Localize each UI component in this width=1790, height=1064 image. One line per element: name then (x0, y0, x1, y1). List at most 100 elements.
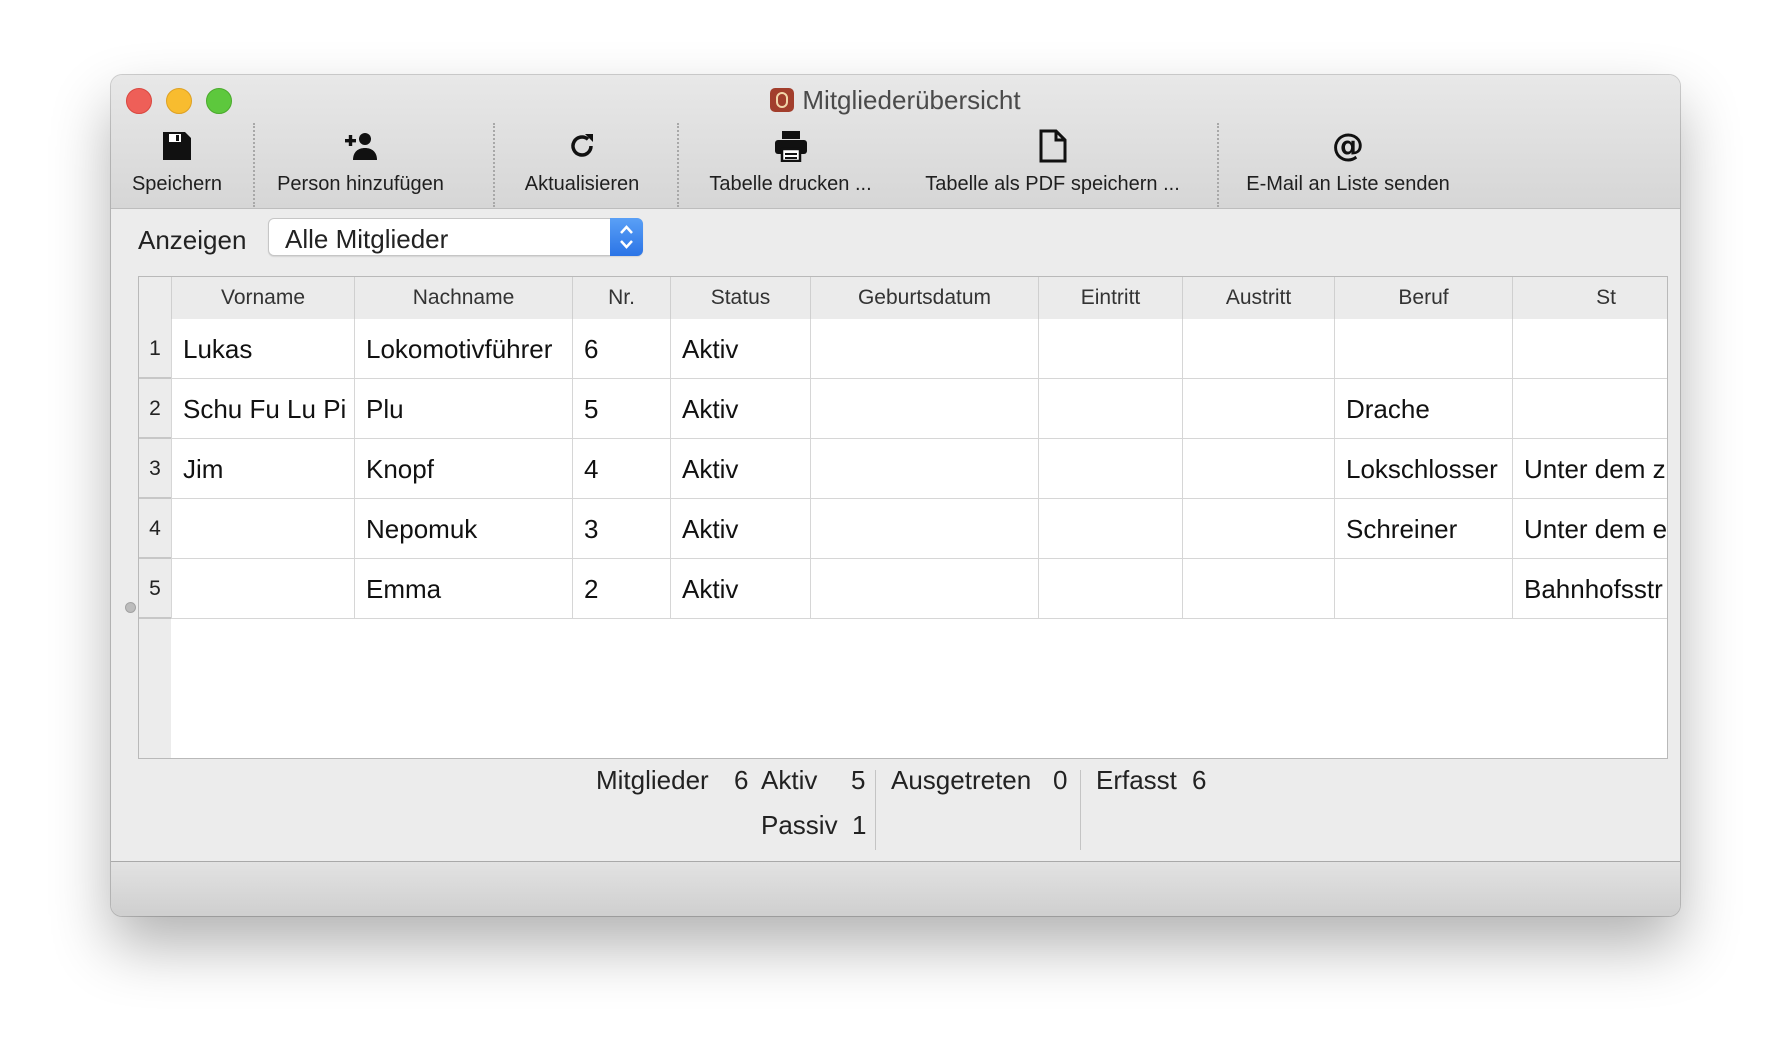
table-cell[interactable]: Aktiv (670, 559, 810, 619)
table-cell[interactable] (1038, 559, 1182, 619)
table-cell[interactable] (1512, 379, 1667, 439)
table-cell[interactable]: Unter dem z (1512, 439, 1667, 499)
toolbar-separator (677, 123, 679, 207)
table-cell[interactable] (1512, 319, 1667, 379)
row-number[interactable]: 4 (139, 499, 171, 559)
table-cell[interactable]: Aktiv (670, 379, 810, 439)
column-header[interactable]: Beruf (1334, 277, 1512, 319)
row-number[interactable]: 5 (139, 559, 171, 619)
table-cell[interactable]: Knopf (354, 439, 572, 499)
stat-active-label: Aktiv (761, 765, 818, 795)
table-cell[interactable]: 5 (572, 379, 670, 439)
column-header[interactable]: Nr. (572, 277, 670, 319)
main-window: Mitgliederübersicht Speichern Person hin… (111, 75, 1680, 916)
stat-members-label: Mitglieder (596, 765, 709, 795)
table-cell[interactable]: 2 (572, 559, 670, 619)
table-cell[interactable] (1038, 379, 1182, 439)
table-cell[interactable] (1334, 559, 1512, 619)
toolbar-separator (493, 123, 495, 207)
at-sign-icon: @ (1243, 125, 1453, 167)
stat-left-value: 0 (1053, 765, 1068, 795)
table-cell[interactable]: Drache (1334, 379, 1512, 439)
save-label: Speichern (131, 173, 223, 195)
table-cell[interactable]: Lokschlosser (1334, 439, 1512, 499)
table-cell[interactable]: 3 (572, 499, 670, 559)
table-cell[interactable] (171, 499, 354, 559)
table-cell[interactable]: Aktiv (670, 499, 810, 559)
column-header[interactable]: Vorname (171, 277, 354, 319)
add-person-label: Person hinzufügen (277, 173, 444, 195)
table-cell[interactable] (1182, 499, 1334, 559)
resize-handle[interactable] (125, 602, 136, 613)
table-cell[interactable]: Emma (354, 559, 572, 619)
email-list-label: E-Mail an Liste senden (1246, 173, 1450, 195)
stat-members-value: 6 (734, 765, 749, 795)
column-header[interactable]: Nachname (354, 277, 572, 319)
stat-recorded-value: 6 (1192, 765, 1207, 795)
column-header[interactable]: St (1512, 277, 1667, 319)
stat-active-value: 5 (851, 765, 866, 795)
table-cell[interactable]: Bahnhofsstr (1512, 559, 1667, 619)
stat-passive-label: Passiv (761, 810, 838, 840)
table-cell[interactable]: Aktiv (670, 319, 810, 379)
row-number[interactable]: 1 (139, 319, 171, 379)
window-title: Mitgliederübersicht (111, 85, 1680, 116)
table-cell[interactable] (1182, 319, 1334, 379)
stat-left-label: Ausgetreten (891, 765, 1032, 795)
table-cell[interactable] (1038, 499, 1182, 559)
column-header[interactable]: Geburtsdatum (810, 277, 1038, 319)
window-toolbar: Mitgliederübersicht Speichern Person hin… (111, 75, 1680, 209)
filter-label: Anzeigen (138, 225, 247, 255)
refresh-icon (517, 125, 647, 167)
column-header[interactable]: Austritt (1182, 277, 1334, 319)
add-person-button[interactable]: Person hinzufügen (263, 125, 458, 196)
table-cell[interactable] (1182, 379, 1334, 439)
document-icon (920, 125, 1185, 167)
table-cell[interactable]: Aktiv (670, 439, 810, 499)
print-table-label: Tabelle drucken ... (709, 173, 872, 195)
chevron-up-down-icon (610, 218, 643, 256)
refresh-button[interactable]: Aktualisieren (517, 125, 647, 196)
window-bottom-bar (111, 861, 1680, 916)
table-cell[interactable]: Lukas (171, 319, 354, 379)
table-header: Vorname Nachname Nr. Status Geburtsdatum Eint… (171, 277, 1667, 319)
email-list-button[interactable]: @ E-Mail an Liste senden (1243, 125, 1453, 196)
table-cell[interactable]: Plu (354, 379, 572, 439)
table-cell[interactable] (810, 379, 1038, 439)
column-header[interactable]: Eintritt (1038, 277, 1182, 319)
table-cell[interactable] (810, 499, 1038, 559)
table-cell[interactable] (1334, 319, 1512, 379)
row-number[interactable]: 3 (139, 439, 171, 499)
table-cell[interactable]: Nepomuk (354, 499, 572, 559)
save-pdf-label: Tabelle als PDF speichern ... (925, 173, 1180, 195)
table-cell[interactable]: Schreiner (1334, 499, 1512, 559)
stat-passive-value: 1 (852, 810, 867, 840)
table-cell[interactable] (1182, 439, 1334, 499)
members-table[interactable]: 12345 Vorname Nachname Nr. Status Geburtsdat… (138, 276, 1668, 759)
table-cell[interactable]: Jim (171, 439, 354, 499)
filter-select[interactable]: Alle Mitglieder (268, 218, 643, 256)
table-cell[interactable]: 6 (572, 319, 670, 379)
table-cell[interactable]: Unter dem e (1512, 499, 1667, 559)
table-cell[interactable] (1182, 559, 1334, 619)
column-header[interactable]: Status (670, 277, 810, 319)
toolbar-separator (1217, 123, 1219, 207)
table-cell[interactable]: Schu Fu Lu Pi (171, 379, 354, 439)
row-number-column: 12345 (139, 277, 171, 758)
stat-recorded-label: Erfasst (1096, 765, 1177, 795)
save-pdf-button[interactable]: Tabelle als PDF speichern ... (920, 125, 1185, 196)
floppy-disk-icon (127, 125, 227, 167)
stats-separator (1080, 770, 1081, 850)
print-table-button[interactable]: Tabelle drucken ... (703, 125, 878, 196)
table-cell[interactable] (1038, 439, 1182, 499)
table-cell[interactable]: 4 (572, 439, 670, 499)
row-number[interactable]: 2 (139, 379, 171, 439)
table-cell[interactable] (810, 319, 1038, 379)
table-cell[interactable]: Lokomotivführer (354, 319, 572, 379)
table-cell[interactable] (1038, 319, 1182, 379)
save-button[interactable]: Speichern (127, 125, 227, 196)
table-cell[interactable] (810, 559, 1038, 619)
table-cell[interactable] (810, 439, 1038, 499)
refresh-label: Aktualisieren (524, 173, 640, 195)
table-cell[interactable] (171, 559, 354, 619)
